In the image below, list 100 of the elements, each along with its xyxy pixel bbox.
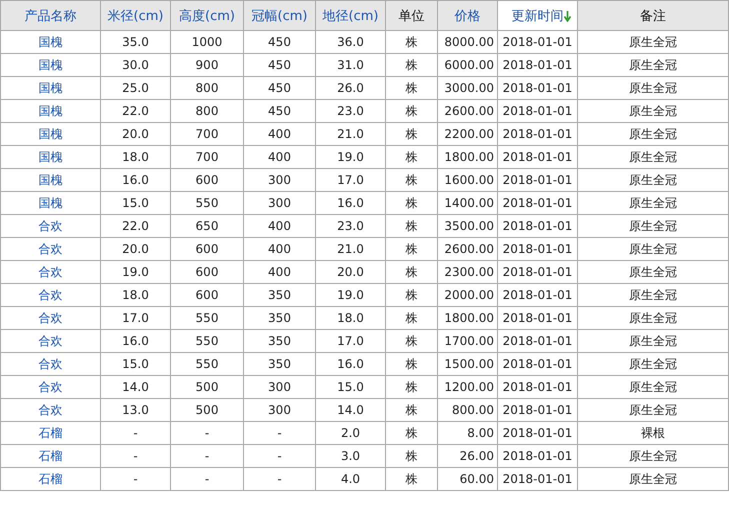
product-link[interactable]: 石榴 <box>38 472 62 486</box>
product-link[interactable]: 国槐 <box>38 80 62 94</box>
column-header[interactable]: 地径(cm) <box>316 0 386 30</box>
sort-link[interactable]: 米径(cm) <box>108 8 164 24</box>
product-link[interactable]: 国槐 <box>38 58 62 72</box>
table-cell: 株 <box>406 288 418 302</box>
table-cell: 原生全冠 <box>629 402 677 416</box>
column-header[interactable]: 价格 <box>438 0 498 30</box>
column-title: 单位 <box>398 8 424 24</box>
table-cell: 株 <box>406 356 418 370</box>
table-cell: 20.0 <box>122 242 149 256</box>
product-link[interactable]: 石榴 <box>38 426 62 440</box>
sort-link[interactable]: 更新时间 <box>512 8 564 24</box>
table-cell: 2018-01-01 <box>502 150 572 164</box>
table-cell: 450 <box>268 81 291 95</box>
table-cell: 株 <box>406 242 418 256</box>
sort-link[interactable]: 高度(cm) <box>179 8 235 24</box>
table-cell: 23.0 <box>337 219 364 233</box>
product-link[interactable]: 合欢 <box>38 402 62 416</box>
table-cell: 原生全冠 <box>629 288 677 302</box>
table-cell: - <box>277 472 282 486</box>
table-cell: 400 <box>268 265 291 279</box>
table-cell: 25.0 <box>122 81 149 95</box>
product-link[interactable]: 国槐 <box>38 196 62 210</box>
table-cell: - <box>277 449 282 463</box>
table-cell: 2018-01-01 <box>502 449 572 463</box>
sort-link[interactable]: 价格 <box>454 8 480 24</box>
product-link[interactable]: 合欢 <box>38 242 62 256</box>
table-cell: 36.0 <box>337 35 364 49</box>
column-header[interactable]: 冠幅(cm) <box>244 0 316 30</box>
table-cell: 株 <box>406 334 418 348</box>
product-link[interactable]: 国槐 <box>38 150 62 164</box>
sort-link[interactable]: 地径(cm) <box>322 8 378 24</box>
table-cell: 原生全冠 <box>629 126 677 140</box>
table-cell: 700 <box>196 150 218 164</box>
table-cell: 31.0 <box>337 58 364 72</box>
table-cell: 原生全冠 <box>629 310 677 324</box>
table-cell: 4.0 <box>340 472 360 486</box>
column-header[interactable]: 高度(cm) <box>170 0 244 30</box>
table-cell: 2018-01-01 <box>502 334 572 348</box>
table-cell: 2018-01-01 <box>502 173 572 187</box>
table-cell: 株 <box>406 426 418 440</box>
product-link[interactable]: 国槐 <box>38 104 62 118</box>
table-cell: 350 <box>268 311 291 325</box>
column-header[interactable]: 产品名称 <box>0 0 100 30</box>
table-cell: 17.0 <box>122 311 149 325</box>
product-link[interactable]: 合欢 <box>38 380 62 394</box>
product-link[interactable]: 合欢 <box>38 264 62 278</box>
table-cell: - <box>277 426 282 440</box>
table-cell: 22.0 <box>122 104 149 118</box>
product-link[interactable]: 国槐 <box>38 126 62 140</box>
table-cell: 300 <box>268 196 291 210</box>
table-cell: 1800.00 <box>444 150 494 164</box>
column-header[interactable]: 米径(cm) <box>100 0 170 30</box>
table-cell: 原生全冠 <box>629 264 677 278</box>
table-cell: 800 <box>196 81 218 95</box>
product-link[interactable]: 合欢 <box>38 218 62 232</box>
table-cell: 300 <box>268 403 291 417</box>
table-cell: 450 <box>268 58 291 72</box>
table-cell: 23.0 <box>337 104 364 118</box>
table-cell: 原生全冠 <box>629 58 677 72</box>
sort-link[interactable]: 产品名称 <box>24 8 76 24</box>
table-cell: 18.0 <box>122 288 149 302</box>
product-link[interactable]: 国槐 <box>38 34 62 48</box>
table-cell: 19.0 <box>337 288 364 302</box>
table-cell: 550 <box>196 357 218 371</box>
table-cell: 18.0 <box>337 311 364 325</box>
table-cell: 原生全冠 <box>629 196 677 210</box>
product-link[interactable]: 石榴 <box>38 448 62 462</box>
table-cell: 株 <box>406 150 418 164</box>
table-cell: 500 <box>196 380 218 394</box>
table-cell: 3000.00 <box>444 81 494 95</box>
table-cell: - <box>204 426 210 440</box>
table-cell: 2200.00 <box>444 127 494 141</box>
table-cell: 8000.00 <box>444 35 494 49</box>
product-link[interactable]: 合欢 <box>38 334 62 348</box>
table-cell: - <box>133 426 138 440</box>
table-cell: 650 <box>196 219 218 233</box>
product-link[interactable]: 合欢 <box>38 288 62 302</box>
table-cell: 13.0 <box>122 403 149 417</box>
table-cell: 2018-01-01 <box>502 219 572 233</box>
table-cell: 株 <box>406 172 418 186</box>
sort-link[interactable]: 冠幅(cm) <box>252 8 308 24</box>
table-cell: 15.0 <box>337 380 364 394</box>
table-cell: 21.0 <box>337 127 364 141</box>
table-cell: 2018-01-01 <box>502 127 572 141</box>
product-link[interactable]: 合欢 <box>38 356 62 370</box>
product-link[interactable]: 国槐 <box>38 172 62 186</box>
column-header[interactable]: 更新时间 <box>498 0 578 30</box>
table-cell: 2018-01-01 <box>502 58 572 72</box>
table-cell: 2.0 <box>340 426 360 440</box>
table-cell: 14.0 <box>122 380 149 394</box>
table-cell: 2018-01-01 <box>502 196 572 210</box>
table-cell: 原生全冠 <box>629 150 677 164</box>
table-cell: 原生全冠 <box>629 448 677 462</box>
table-cell: 18.0 <box>122 150 149 164</box>
table-cell: 原生全冠 <box>629 242 677 256</box>
product-link[interactable]: 合欢 <box>38 310 62 324</box>
table-cell: 3500.00 <box>444 219 494 233</box>
table-cell: 600 <box>196 265 218 279</box>
